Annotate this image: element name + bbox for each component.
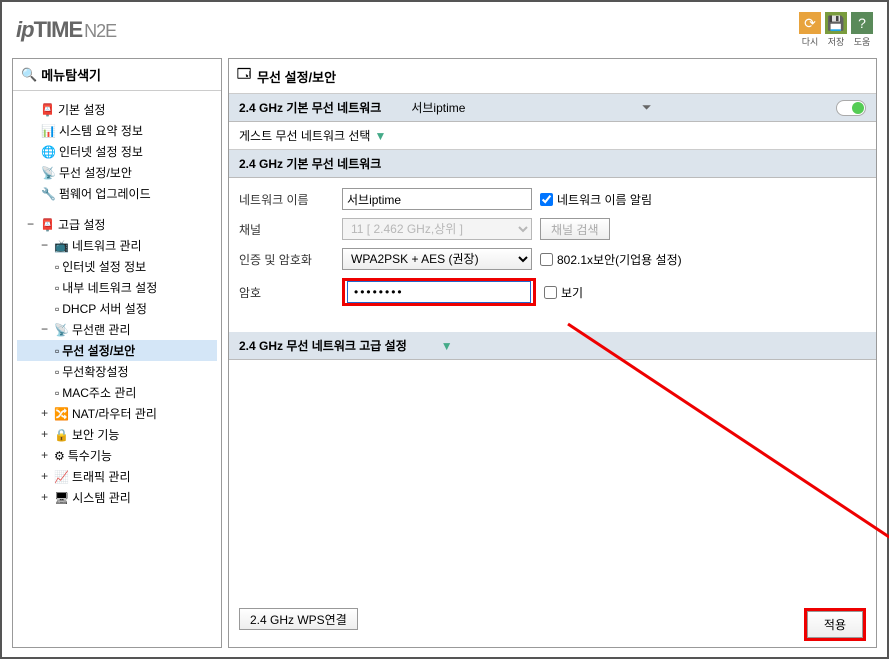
apply-button[interactable]: 적용	[807, 611, 863, 638]
tree-item[interactable]: +🔀 NAT/라우터 관리	[17, 403, 217, 424]
wps-button[interactable]: 2.4 GHz WPS연결	[239, 608, 358, 630]
wifi-toggle[interactable]	[836, 100, 866, 116]
sidebar: 🔍 메뉴탐색기 📮 기본 설정 📊 시스템 요약 정보 🌐 인터넷 설정 정보 …	[12, 58, 222, 648]
enterprise-checkbox[interactable]: 802.1x보안(기업용 설정)	[540, 251, 682, 268]
main-panel: 🗔 무선 설정/보안 2.4 GHz 기본 무선 네트워크 서브iptime ⏷…	[228, 58, 877, 648]
auth-label: 인증 및 암호화	[239, 251, 334, 268]
tree-advanced[interactable]: −📮 고급 설정	[17, 214, 217, 235]
tree-item[interactable]: ▫ DHCP 서버 설정	[17, 298, 217, 319]
ssid-display: 서브iptime	[411, 99, 465, 116]
window-icon: 🗔	[237, 65, 251, 87]
tree-item[interactable]: 🌐 인터넷 설정 정보	[17, 141, 217, 162]
tree-item[interactable]: 📡 무선 설정/보안	[17, 162, 217, 183]
help-button[interactable]: ? 도움	[851, 12, 873, 48]
tree-item[interactable]: ▫ MAC주소 관리	[17, 382, 217, 403]
panel-title: 🗔 무선 설정/보안	[229, 59, 876, 94]
apply-highlight: 적용	[804, 608, 866, 641]
tree-item[interactable]: ▫ 인터넷 설정 정보	[17, 256, 217, 277]
password-input[interactable]	[347, 281, 531, 303]
password-label: 암호	[239, 284, 334, 301]
search-icon: 🔍	[21, 67, 37, 83]
tree-wireless[interactable]: −📡 무선랜 관리	[17, 319, 217, 340]
sidebar-title: 🔍 메뉴탐색기	[13, 59, 221, 91]
network-selector-bar: 2.4 GHz 기본 무선 네트워크 서브iptime ⏷	[229, 94, 876, 122]
chevron-down-icon: ▼	[374, 129, 386, 143]
password-highlight	[342, 278, 536, 306]
tree-item[interactable]: +🔒 보안 기능	[17, 424, 217, 445]
show-password-checkbox[interactable]: 보기	[544, 284, 583, 301]
chevron-down-icon: ▼	[441, 339, 453, 353]
tree-item[interactable]: +🖥 시스템 관리	[17, 487, 217, 508]
tree-item-wireless-security[interactable]: ▫ 무선 설정/보안	[17, 340, 217, 361]
tree-item[interactable]: +📈 트래픽 관리	[17, 466, 217, 487]
network-name-label: 네트워크 이름	[239, 191, 334, 208]
section-header: 2.4 GHz 기본 무선 네트워크	[229, 150, 876, 178]
channel-label: 채널	[239, 221, 334, 238]
tree-basic[interactable]: 📮 기본 설정	[17, 99, 217, 120]
network-name-input[interactable]	[342, 188, 532, 210]
filter-icon[interactable]: ⏷	[642, 100, 652, 115]
tree-item[interactable]: +⚙ 특수기능	[17, 445, 217, 466]
tree-item[interactable]: ▫ 무선확장설정	[17, 361, 217, 382]
channel-search-button[interactable]: 채널 검색	[540, 218, 610, 240]
broadcast-checkbox[interactable]: 네트워크 이름 알림	[540, 191, 652, 208]
save-button[interactable]: 💾 저장	[825, 12, 847, 48]
advanced-section-header[interactable]: 2.4 GHz 무선 네트워크 고급 설정▼	[229, 332, 876, 360]
header-actions: ⟳ 다시 💾 저장 ? 도움	[799, 12, 873, 48]
tree-network[interactable]: −📺 네트워크 관리	[17, 235, 217, 256]
band-label: 2.4 GHz 기본 무선 네트워크	[239, 99, 381, 116]
tree-item[interactable]: ▫ 내부 네트워크 설정	[17, 277, 217, 298]
logo: ipTIMEN2E	[16, 17, 116, 43]
channel-select[interactable]: 11 [ 2.462 GHz,상위 ]	[342, 218, 532, 240]
auth-select[interactable]: WPA2PSK + AES (권장)	[342, 248, 532, 270]
tree-item[interactable]: 📊 시스템 요약 정보	[17, 120, 217, 141]
tree-item[interactable]: 🔧 펌웨어 업그레이드	[17, 183, 217, 204]
refresh-button[interactable]: ⟳ 다시	[799, 12, 821, 48]
guest-network-selector[interactable]: 게스트 무선 네트워크 선택▼	[229, 122, 876, 150]
